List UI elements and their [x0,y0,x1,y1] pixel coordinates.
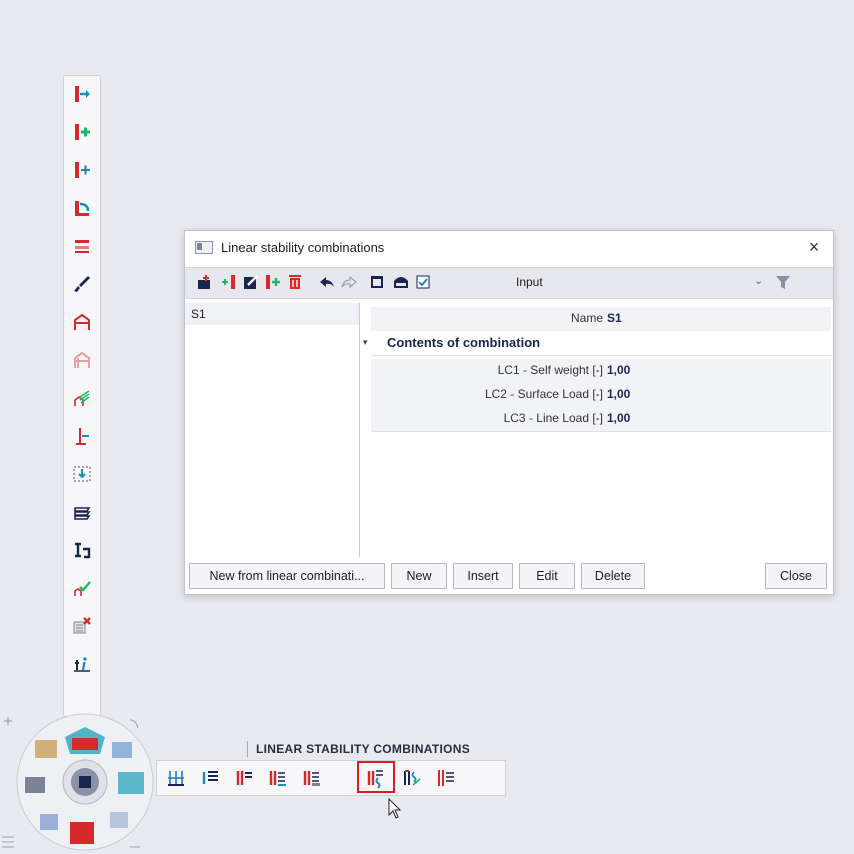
property-row-name[interactable]: Name S1 [371,307,831,332]
copy-load-icon[interactable] [70,196,94,220]
new-icon[interactable] [197,274,213,290]
chevron-down-icon[interactable]: ⌄ [754,274,763,287]
class-list-icon[interactable] [301,767,323,789]
section-icon[interactable] [70,538,94,562]
save-icon[interactable] [393,274,409,290]
table-icon[interactable] [369,274,385,290]
combination-setup-icon[interactable] [165,767,187,789]
linear-stability-toolbar [156,760,506,796]
dialog-titlebar[interactable]: Linear stability combinations × [185,231,833,263]
property-label: LC1 - Self weight [-] [497,363,603,377]
add-load-icon[interactable] [70,120,94,144]
property-value[interactable]: 1,00 [607,363,630,377]
toolbar-title: LINEAR STABILITY COMBINATIONS [247,741,470,757]
linear-stability-dialog: Linear stability combinations × Input ⌄ … [184,230,834,595]
filter-icon[interactable] [775,274,791,290]
delete-button[interactable]: Delete [581,563,645,589]
result-class-icon[interactable] [435,767,457,789]
brush-icon[interactable] [70,272,94,296]
insert-icon[interactable] [265,274,281,290]
load-arrow-icon[interactable] [70,82,94,106]
properties-pane: Name S1 ▾ Contents of combination LC1 - … [363,303,831,557]
frame-3d-icon[interactable] [70,348,94,372]
insert-button[interactable]: Insert [453,563,513,589]
load-case-list-icon[interactable] [233,767,255,789]
select-area-icon[interactable] [70,462,94,486]
radial-menu[interactable] [0,712,170,854]
property-label: LC3 - Line Load [-] [503,411,603,425]
edit-icon[interactable] [243,274,259,290]
new-from-icon[interactable] [221,274,237,290]
load-list-icon[interactable] [199,767,221,789]
load-panel-icon[interactable] [70,234,94,258]
cursor-icon [388,798,402,819]
new-from-linear-button[interactable]: New from linear combinati... [189,563,385,589]
undo-icon[interactable] [319,274,335,290]
property-row[interactable]: LC1 - Self weight [-] 1,00 [371,359,831,384]
frame-icon[interactable] [70,310,94,334]
insert-load-icon[interactable] [70,158,94,182]
new-button[interactable]: New [391,563,447,589]
property-value[interactable]: 1,00 [607,387,630,401]
load-frame-icon[interactable] [70,386,94,410]
delete-table-icon[interactable] [70,614,94,638]
delete-icon[interactable] [287,274,303,290]
window-icon [195,240,213,254]
property-row[interactable]: LC3 - Line Load [-] 1,00 [371,407,831,432]
nonlinear-combination-icon[interactable] [401,767,423,789]
vertical-toolbar [63,75,101,717]
dialog-button-bar: New from linear combinati... New Insert … [185,561,833,593]
dialog-title: Linear stability combinations [221,239,385,255]
layers-icon[interactable] [70,500,94,524]
combination-list: S1 [185,303,360,557]
collapse-arrow-icon[interactable]: ▾ [363,337,368,348]
dialog-toolbar: Input ⌄ [185,267,833,299]
section-label: Contents of combination [387,335,541,350]
check-frame-icon[interactable] [70,576,94,600]
edit-button[interactable]: Edit [519,563,575,589]
property-label: LC2 - Surface Load [-] [484,387,603,401]
list-item[interactable]: S1 [185,303,359,325]
close-button[interactable]: Close [765,563,827,589]
close-icon[interactable]: × [803,236,825,258]
combination-list-icon[interactable] [267,767,289,789]
name-value[interactable]: S1 [607,311,622,325]
property-row[interactable]: LC2 - Surface Load [-] 1,00 [371,383,831,408]
check-icon[interactable] [415,274,431,290]
info-icon[interactable] [70,652,94,676]
selected-tool-highlight [357,761,395,793]
section-header[interactable]: ▾ Contents of combination [363,331,831,356]
support-icon[interactable] [70,424,94,448]
redo-icon[interactable] [341,274,357,290]
name-label: Name [570,311,603,325]
filter-label[interactable]: Input [516,275,543,289]
property-value[interactable]: 1,00 [607,411,630,425]
